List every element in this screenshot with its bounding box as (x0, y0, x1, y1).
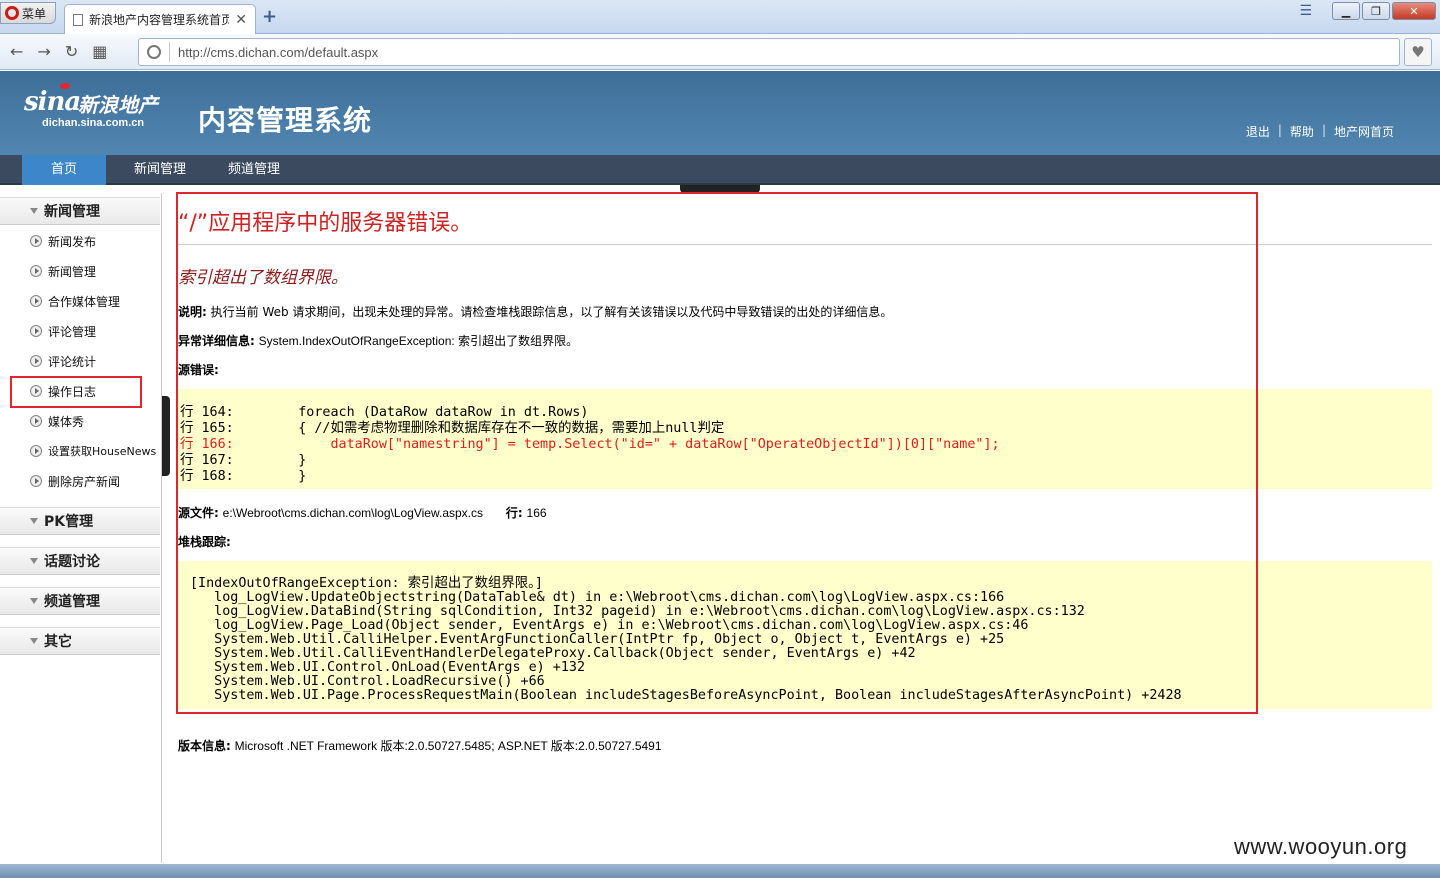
url-field[interactable]: http://cms.dichan.com/default.aspx (138, 38, 1400, 66)
home-site-link[interactable]: 地产网首页 (1334, 123, 1394, 140)
nav-channel-management[interactable]: 频道管理 (216, 155, 292, 185)
logo-cn-text: 新浪地产 (78, 93, 158, 117)
sina-eye-icon (60, 83, 70, 89)
arrow-circle-icon (30, 295, 42, 307)
sidebar-collapse-handle[interactable] (162, 396, 170, 476)
sidebar-item-label: 合作媒体管理 (48, 294, 121, 309)
version-label: 版本信息: (178, 739, 231, 753)
sidebar-group-news[interactable]: 新闻管理 (0, 197, 160, 225)
browser-tab-bar: 菜单 新浪地产内容管理系统首页 ✕ + ☰ ▁ ❐ ✕ (0, 0, 1440, 34)
top-links: 退出 | 帮助 | 地产网首页 (1246, 123, 1394, 140)
link-divider: | (1321, 123, 1326, 137)
window-close-button[interactable]: ✕ (1392, 2, 1436, 20)
collapse-triangle-icon (30, 558, 38, 564)
arrow-circle-icon (30, 475, 42, 487)
sidebar-item-housenews-settings[interactable]: 设置获取HouseNews (30, 441, 156, 461)
opera-logo-icon (5, 6, 19, 20)
sidebar-item-news-manage[interactable]: 新闻管理 (30, 261, 96, 281)
address-bar: ← → ↻ ▦ http://cms.dichan.com/default.as… (0, 34, 1440, 70)
collapse-triangle-icon (30, 598, 38, 604)
sidebar-group-channel[interactable]: 频道管理 (0, 587, 160, 615)
highlight-box-operation-log (10, 376, 142, 408)
sidebar-item-label: 删除房产新闻 (48, 474, 121, 489)
window-controls: ☰ ▁ ❐ ✕ (1299, 2, 1436, 20)
main-nav: 首页 新闻管理 频道管理 (0, 155, 1440, 185)
tab-list-icon[interactable]: ☰ (1299, 3, 1312, 19)
sidebar: 新闻管理 新闻发布 新闻管理 合作媒体管理 评论管理 评论统计 操作日志 媒体秀… (0, 193, 162, 863)
sidebar-item-label: 设置获取HouseNews (48, 445, 157, 458)
browser-menu-button[interactable]: 菜单 (0, 2, 56, 24)
sidebar-item-delete-news[interactable]: 删除房产新闻 (30, 471, 120, 491)
tab-close-icon[interactable]: ✕ (235, 12, 247, 28)
site-header: sina 新浪地产 dichan.sina.com.cn 内容管理系统 退出 |… (0, 71, 1440, 155)
sidebar-item-label: 评论统计 (48, 354, 97, 369)
arrow-circle-icon (30, 265, 42, 277)
sidebar-item-label: 新闻管理 (48, 264, 97, 279)
tab-title: 新浪地产内容管理系统首页 (89, 13, 230, 27)
sidebar-item-partner-media[interactable]: 合作媒体管理 (30, 291, 120, 311)
help-link[interactable]: 帮助 (1290, 123, 1314, 140)
sidebar-group-label: 频道管理 (44, 594, 100, 610)
sidebar-group-pk[interactable]: PK管理 (0, 507, 160, 535)
link-divider: | (1277, 123, 1282, 137)
logo-domain-text: dichan.sina.com.cn (42, 117, 145, 129)
watermark: www.wooyun.org (1234, 834, 1408, 859)
reload-icon[interactable]: ↻ (65, 42, 78, 61)
minimize-button[interactable]: ▁ (1332, 2, 1360, 20)
sidebar-item-media-show[interactable]: 媒体秀 (30, 411, 84, 431)
sidebar-group-other[interactable]: 其它 (0, 627, 160, 655)
globe-icon (147, 45, 161, 59)
sina-logo[interactable]: sina 新浪地产 dichan.sina.com.cn (22, 81, 172, 141)
bookmark-heart-icon[interactable]: ♥ (1404, 38, 1432, 66)
os-taskbar (0, 864, 1440, 878)
highlight-box-error (176, 192, 1258, 714)
arrow-circle-icon (30, 415, 42, 427)
forward-icon[interactable]: → (37, 42, 50, 61)
sidebar-item-news-publish[interactable]: 新闻发布 (30, 231, 96, 251)
logout-link[interactable]: 退出 (1246, 123, 1270, 140)
nav-home[interactable]: 首页 (22, 155, 106, 185)
sidebar-item-label: 媒体秀 (48, 414, 85, 429)
sidebar-group-label: PK管理 (44, 514, 94, 530)
arrow-circle-icon (30, 235, 42, 247)
maximize-button[interactable]: ❐ (1362, 2, 1390, 20)
browser-menu-label: 菜单 (22, 6, 47, 21)
sidebar-item-comment-stats[interactable]: 评论统计 (30, 351, 96, 371)
nav-buttons: ← → ↻ ▦ (10, 42, 107, 61)
url-separator (169, 42, 170, 62)
sidebar-item-label: 新闻发布 (48, 234, 97, 249)
sidebar-group-topics[interactable]: 话题讨论 (0, 547, 160, 575)
url-text[interactable]: http://cms.dichan.com/default.aspx (178, 45, 378, 60)
nav-news-management[interactable]: 新闻管理 (122, 155, 198, 185)
sidebar-group-label: 话题讨论 (44, 554, 100, 570)
back-icon[interactable]: ← (10, 42, 23, 61)
arrow-circle-icon (30, 445, 42, 457)
collapse-triangle-icon (30, 638, 38, 644)
logo-sina-text: sina (24, 87, 81, 117)
collapse-triangle-icon (30, 518, 38, 524)
version-info: 版本信息: Microsoft .NET Framework 版本:2.0.50… (178, 737, 662, 754)
version-text: Microsoft .NET Framework 版本:2.0.50727.54… (234, 739, 662, 753)
browser-tab[interactable]: 新浪地产内容管理系统首页 ✕ (64, 4, 256, 34)
page-icon (73, 13, 83, 26)
sidebar-item-label: 评论管理 (48, 324, 97, 339)
sidebar-group-label: 新闻管理 (44, 204, 100, 220)
sidebar-item-comment-manage[interactable]: 评论管理 (30, 321, 96, 341)
speed-dial-icon[interactable]: ▦ (92, 42, 107, 61)
collapse-triangle-icon (30, 208, 38, 214)
arrow-circle-icon (30, 355, 42, 367)
arrow-circle-icon (30, 325, 42, 337)
sidebar-group-label: 其它 (44, 634, 72, 650)
new-tab-button[interactable]: + (262, 6, 278, 27)
system-title: 内容管理系统 (198, 104, 373, 137)
